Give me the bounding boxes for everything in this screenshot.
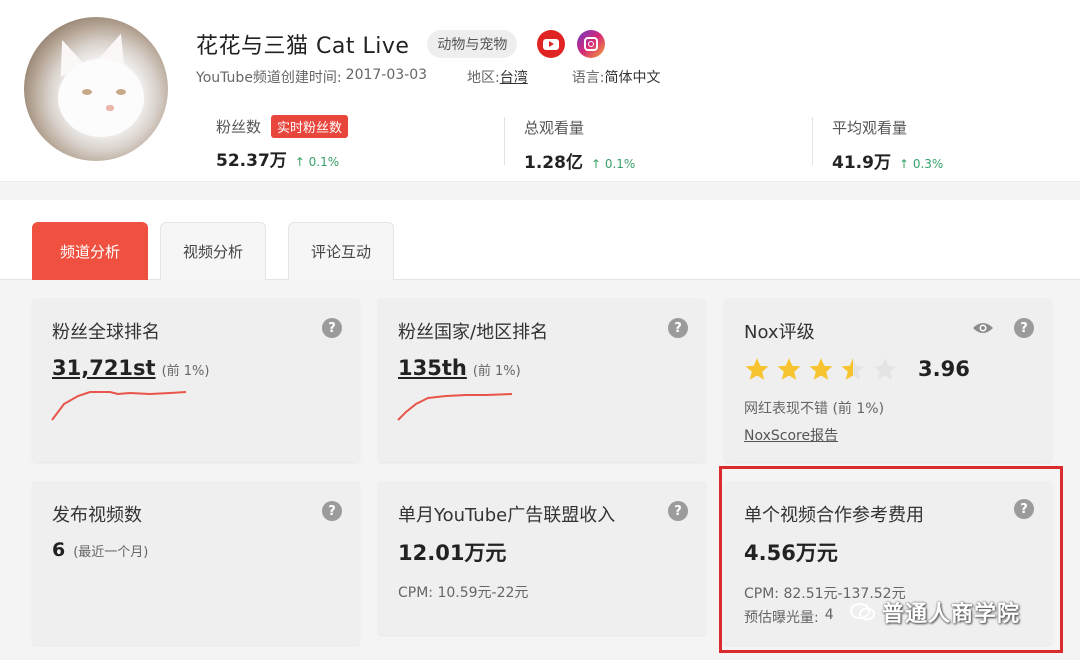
stat-label: 平均观看量 [832, 119, 908, 137]
help-icon[interactable]: ? [668, 501, 688, 521]
rank-percent-note: (前 1%) [161, 364, 210, 379]
card-title: 单月YouTube广告联盟收入 [398, 505, 616, 526]
divider [812, 117, 813, 165]
noxscore-report-link[interactable]: NoxScore报告 [744, 425, 838, 445]
created-label: YouTube频道创建时间: [196, 70, 342, 86]
card-title: 发布视频数 [52, 505, 142, 526]
stat-change: ↑ 0.1% [590, 157, 636, 171]
global-rank-value[interactable]: 31,721st [52, 356, 156, 380]
language-label: 语言: [571, 70, 605, 86]
country-rank-value[interactable]: 135th [398, 356, 467, 380]
wechat-icon [850, 603, 875, 621]
stat-change: ↑ 0.3% [898, 157, 944, 171]
star-half-icon [841, 358, 865, 380]
rank-trend-sparkline [51, 391, 187, 421]
rank-percent-note: (前 1%) [472, 364, 521, 379]
videos-count: 6 [52, 539, 66, 561]
nox-score: 3.96 [918, 357, 970, 381]
card-title: Nox评级 [744, 322, 815, 343]
eye-icon[interactable] [972, 320, 994, 336]
global-rank-card: 粉丝全球排名 ? 31,721st (前 1%) [32, 298, 360, 462]
created-date: 2017-03-03 [345, 67, 428, 83]
channel-name: 花花与三猫 Cat Live [196, 34, 410, 59]
stat-average-views: 平均观看量 41.9万 ↑ 0.3% [832, 115, 943, 173]
region-link[interactable]: 台湾 [500, 67, 528, 87]
help-icon[interactable]: ? [1014, 318, 1034, 338]
category-tag[interactable]: 动物与宠物 [427, 30, 518, 58]
avatar-cat-eye [82, 89, 92, 95]
star-rating: 3.96 [744, 356, 970, 382]
stat-change: ↑ 0.1% [294, 155, 340, 169]
region-label: 地区: [467, 70, 500, 86]
stat-value: 52.37万 [216, 151, 287, 171]
card-title: 粉丝全球排名 [52, 322, 160, 343]
tabs-bar: 频道分析 视频分析 评论互动 [0, 200, 1080, 280]
help-icon[interactable]: ? [668, 318, 688, 338]
watermark-text: 普通人商学院 [882, 602, 1021, 627]
language-value: 简体中文 [604, 70, 661, 86]
ad-income-cpm: CPM: 10.59元-22元 [398, 585, 529, 601]
help-icon[interactable]: ? [322, 318, 342, 338]
star-empty-icon [873, 358, 897, 380]
stats-row: 粉丝数 实时粉丝数 52.37万 ↑ 0.1% 总观看量 1.28亿 ↑ 0.1% 平… [0, 115, 1080, 173]
country-rank-card: 粉丝国家/地区排名 ? 135th (前 1%) [378, 298, 706, 462]
stat-total-views: 总观看量 1.28亿 ↑ 0.1% [524, 115, 635, 173]
stat-label: 粉丝数 [216, 118, 262, 136]
tab-channel-analysis[interactable]: 频道分析 [32, 222, 148, 280]
tab-comment-interaction[interactable]: 评论互动 [288, 222, 394, 280]
videos-period-note: (最近一个月) [73, 545, 149, 560]
stat-value: 41.9万 [832, 153, 891, 173]
channel-header: 花花与三猫 Cat Live 动物与宠物 YouTube频道创建时间: 2017… [0, 0, 1080, 182]
star-full-icon [777, 358, 801, 380]
watermark: 普通人商学院 [850, 596, 1020, 628]
star-full-icon [745, 358, 769, 380]
videos-published-card: 发布视频数 ? 6 (最近一个月) [32, 481, 360, 645]
ad-income-value: 12.01万元 [398, 541, 507, 565]
stat-subscribers: 粉丝数 实时粉丝数 52.37万 ↑ 0.1% [216, 115, 349, 171]
ad-income-card: 单月YouTube广告联盟收入 ? 12.01万元 CPM: 10.59元-22… [378, 481, 706, 635]
card-title: 粉丝国家/地区排名 [398, 322, 549, 343]
divider [504, 117, 505, 165]
tab-video-analysis[interactable]: 视频分析 [160, 222, 266, 280]
stat-label: 总观看量 [524, 119, 585, 137]
star-full-icon [809, 358, 833, 380]
title-row: 花花与三猫 Cat Live 动物与宠物 [196, 28, 606, 60]
avatar-cat-eye [116, 89, 126, 95]
instagram-icon[interactable] [577, 30, 606, 58]
help-icon[interactable]: ? [322, 501, 342, 521]
stat-value: 1.28亿 [524, 153, 583, 173]
nox-rating-card: Nox评级 ? 3.96 网红表现不错 (前 1%) NoxScore报告 [724, 298, 1052, 462]
rank-trend-sparkline [397, 393, 513, 421]
avatar-cat-nose [106, 105, 114, 111]
youtube-icon[interactable] [537, 30, 566, 58]
channel-meta: YouTube频道创建时间: 2017-03-03 地区: 台湾 语言: 简体中… [196, 67, 660, 87]
nox-description: 网红表现不错 (前 1%) [744, 401, 885, 417]
realtime-subscribers-button[interactable]: 实时粉丝数 [271, 115, 349, 138]
